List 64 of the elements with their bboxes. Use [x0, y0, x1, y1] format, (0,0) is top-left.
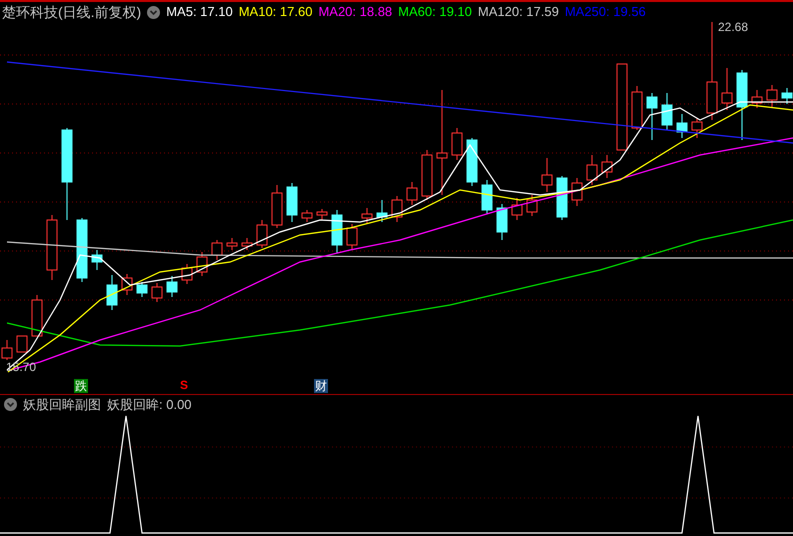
indicator-value: MA250: 19.56	[564, 3, 646, 22]
signal-tag: 跌	[74, 379, 88, 393]
candlestick	[586, 154, 598, 186]
dropdown-icon[interactable]	[147, 6, 160, 18]
candlestick	[662, 92, 672, 130]
candlestick	[242, 238, 252, 250]
candlestick	[526, 194, 538, 216]
candlestick	[272, 184, 282, 228]
candlestick	[766, 84, 778, 108]
candlestick	[152, 282, 162, 302]
candlestick	[452, 128, 462, 160]
candlestick	[196, 252, 208, 276]
candlestick	[32, 294, 42, 336]
candlestick	[556, 176, 568, 220]
candlestick	[392, 196, 402, 222]
price-label: 22.68	[718, 19, 748, 36]
indicator-value: MA10: 17.60	[238, 3, 312, 22]
candlestick	[92, 250, 102, 270]
candlestick	[572, 178, 582, 206]
indicator-title: 妖股回眸副图	[23, 396, 101, 414]
signal-tag: 财	[314, 379, 328, 393]
indicator-value: MA120: 17.59	[478, 3, 559, 22]
candlestick	[212, 240, 222, 260]
candlestick	[286, 182, 298, 222]
candlestick	[256, 220, 268, 248]
candlestick	[46, 214, 58, 280]
candlestick	[646, 92, 658, 140]
candlestick	[782, 88, 792, 104]
candlestick	[2, 340, 12, 360]
candlestick	[166, 276, 178, 298]
candlestick	[466, 138, 478, 186]
candlestick	[106, 274, 118, 310]
candlestick	[362, 208, 372, 224]
candlestick	[482, 180, 492, 214]
candlestick	[302, 210, 312, 222]
sell-signal: S	[180, 378, 188, 392]
candlestick	[376, 200, 388, 222]
candlestick	[332, 210, 342, 254]
candlestick	[542, 158, 552, 192]
candlestick	[736, 70, 748, 140]
candlestick	[512, 198, 522, 220]
indicator-value: MA20: 18.88	[318, 3, 392, 22]
indicator-value: 妖股回眸: 0.00	[107, 396, 192, 414]
candlestick	[632, 86, 642, 130]
candlestick	[692, 118, 702, 138]
candlestick	[496, 204, 508, 240]
stock-title: 楚环科技(日线.前复权)	[2, 2, 142, 22]
candlestick	[122, 274, 132, 296]
candlestick	[752, 90, 762, 108]
candlestick	[16, 336, 28, 352]
candlestick	[602, 154, 612, 178]
indicator-value: MA60: 19.10	[398, 3, 472, 22]
candlestick	[422, 150, 432, 200]
candlestick	[722, 68, 732, 110]
candlestick	[406, 182, 418, 206]
dropdown-icon[interactable]	[4, 398, 17, 411]
candlestick	[136, 282, 148, 298]
candlestick	[676, 114, 688, 138]
candlestick	[226, 238, 238, 250]
candlestick	[76, 218, 88, 282]
candlestick	[346, 224, 358, 250]
candlestick	[182, 264, 192, 284]
indicator-value: MA5: 17.10	[166, 3, 233, 22]
candlestick	[316, 208, 328, 220]
